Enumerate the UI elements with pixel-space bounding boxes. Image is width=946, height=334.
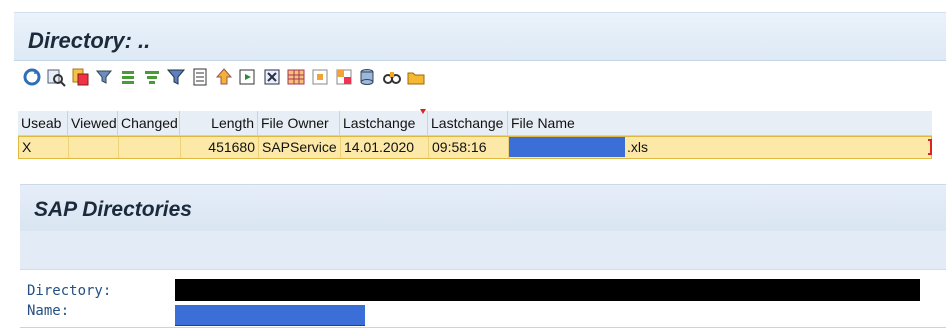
redacted-directory-value: [175, 279, 920, 301]
col-file-owner[interactable]: File Owner: [258, 111, 340, 135]
file-table: Useab Viewed Changed Length File Owner L…: [18, 109, 932, 159]
funnel-icon[interactable]: [166, 67, 186, 87]
binoculars-icon[interactable]: [382, 67, 402, 87]
table-header: Useab Viewed Changed Length File Owner L…: [18, 109, 932, 136]
directory-window: Directory: .. Useab Viewed Changed Lengt…: [14, 4, 946, 164]
sort-indicator-icon: [420, 109, 426, 114]
row-end-marker: [928, 139, 932, 155]
sap-directories-title-bar: SAP Directories: [20, 184, 946, 232]
col-length[interactable]: Length: [180, 111, 258, 135]
redacted-name-value: [175, 305, 365, 326]
divider: [20, 327, 946, 328]
name-label: Name:: [27, 303, 70, 319]
sap-directories-toolbar: [20, 231, 946, 270]
col-useable[interactable]: Useab: [18, 111, 68, 135]
cell-viewed: [69, 137, 119, 158]
next-icon[interactable]: [238, 67, 258, 87]
align-icon[interactable]: [118, 67, 138, 87]
col-lastchange-date[interactable]: Lastchange: [340, 111, 428, 135]
col-viewed[interactable]: Viewed: [68, 111, 118, 135]
database-icon[interactable]: [358, 67, 378, 87]
cell-lastchange-date: 14.01.2020: [341, 137, 429, 158]
sort-up-icon[interactable]: [214, 67, 234, 87]
grid-icon[interactable]: [286, 67, 306, 87]
layout-icon[interactable]: [310, 67, 330, 87]
cell-lastchange-time: 09:58:16: [429, 137, 509, 158]
layout2-icon[interactable]: [334, 67, 354, 87]
directory-title-bar: Directory: ..: [14, 12, 946, 61]
col-changed[interactable]: Changed: [118, 111, 180, 135]
cell-file-owner: SAPService: [259, 137, 341, 158]
sort-icon[interactable]: [142, 67, 162, 87]
filter-icon[interactable]: [94, 67, 114, 87]
page-title: Directory: ..: [28, 28, 151, 53]
cell-file-name: .xls: [509, 137, 933, 158]
col-lastchange-time[interactable]: Lastchange: [428, 111, 508, 135]
cell-length: 451680: [181, 137, 259, 158]
file-extension: .xls: [627, 139, 648, 155]
refresh-icon[interactable]: [22, 67, 42, 87]
redacted-file-name: [509, 137, 625, 157]
col-file-name[interactable]: File Name: [508, 111, 932, 135]
copy-icon[interactable]: [70, 67, 90, 87]
cell-changed: [119, 137, 181, 158]
alv-toolbar: [22, 62, 942, 92]
print-icon[interactable]: [262, 67, 282, 87]
directory-label: Directory:: [27, 283, 112, 299]
export-icon[interactable]: [190, 67, 210, 87]
table-row[interactable]: X 451680 SAPService 14.01.2020 09:58:16 …: [18, 136, 932, 159]
folder-icon[interactable]: [406, 67, 426, 87]
sap-directories-title: SAP Directories: [34, 198, 192, 221]
cell-useable: X: [19, 137, 69, 158]
find-icon[interactable]: [46, 67, 66, 87]
sap-directories-window: SAP Directories Directory: Name:: [20, 184, 946, 334]
